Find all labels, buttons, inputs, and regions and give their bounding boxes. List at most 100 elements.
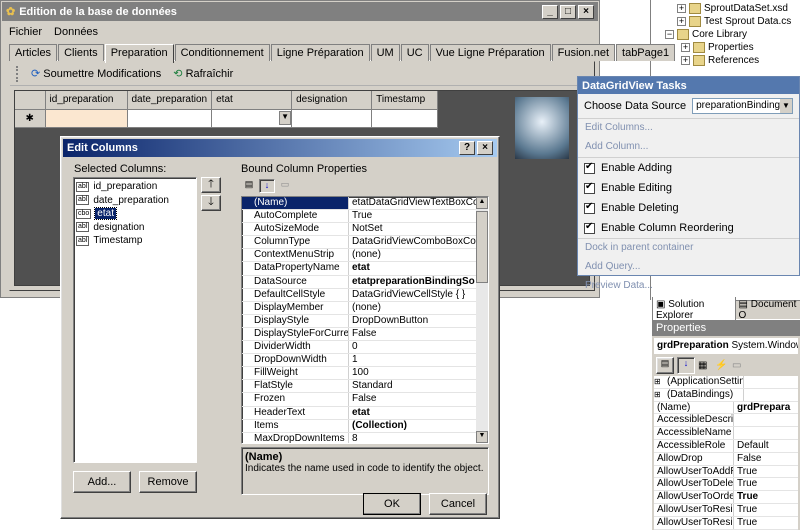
property-row[interactable]: AllowUserToDeleteRTrue — [654, 478, 798, 492]
task-checkbox[interactable]: Enable Column Reordering — [578, 218, 799, 238]
move-down-button[interactable]: 🡓 — [201, 195, 221, 211]
data-source-combo[interactable]: preparationBindingSource▼ — [692, 98, 793, 114]
column-property-row[interactable]: MaxDropDownItems 8 — [242, 432, 477, 443]
remove-button[interactable]: Remove — [139, 471, 197, 493]
menu-donnees[interactable]: Données — [54, 26, 98, 38]
column-property-row[interactable]: AutoSizeMode NotSet — [242, 223, 477, 237]
property-row[interactable]: AccessibleRole Default — [654, 439, 798, 453]
column-header[interactable]: etat — [211, 91, 293, 110]
tab-3[interactable]: Conditionnement — [174, 44, 270, 61]
task-link[interactable]: Dock in parent container — [578, 239, 799, 258]
tab-6[interactable]: UC — [400, 44, 429, 61]
categorized-icon[interactable]: ▤ — [656, 356, 674, 374]
property-row[interactable]: AccessibleName — [654, 427, 798, 440]
ok-button[interactable]: OK — [363, 493, 421, 515]
property-row[interactable]: (Name) grdPrepara — [654, 401, 798, 415]
column-list-item[interactable]: abl designation — [76, 221, 194, 235]
property-row[interactable]: AllowUserToResizeCTrue — [654, 503, 798, 517]
tab-1[interactable]: Clients — [58, 44, 104, 61]
tree-item[interactable]: + Test Sprout Data.cs — [677, 15, 800, 28]
expand-icon[interactable]: ⊞ — [654, 376, 664, 388]
property-value: etat — [352, 406, 370, 418]
property-row[interactable]: ⊞ (DataBindings) — [654, 388, 798, 402]
column-property-grid[interactable]: (Name) etatDataGridViewTextBoxColu AutoCom… — [241, 196, 489, 444]
column-property-row[interactable]: (Name) etatDataGridViewTextBoxColu — [242, 197, 477, 211]
column-list-item[interactable]: abl id_preparation — [76, 180, 194, 194]
refresh-button[interactable]: ⟲ Rafraîchir — [173, 67, 233, 80]
column-property-row[interactable]: DropDownWidth 1 — [242, 354, 477, 368]
column-header[interactable]: date_preparation — [127, 91, 213, 110]
cancel-button[interactable]: Cancel — [429, 493, 487, 515]
column-property-row[interactable]: DisplayMember (none) — [242, 301, 477, 315]
scrollbar[interactable]: ▲ ▼ — [476, 197, 488, 443]
column-property-row[interactable]: DefaultCellStyle DataGridViewCellStyle { … — [242, 288, 477, 302]
tab-strip: Articles Clients Preparation Conditionnemen… — [9, 44, 676, 63]
column-property-row[interactable]: DataSource etatpreparationBindingSo — [242, 275, 477, 289]
tab-2[interactable]: Preparation — [104, 44, 174, 63]
close-button[interactable]: × — [578, 4, 594, 19]
move-up-button[interactable]: 🡑 — [201, 177, 221, 193]
tab-4[interactable]: Ligne Préparation — [270, 44, 370, 61]
submit-button[interactable]: ⟳ Soumettre Modifications — [31, 67, 161, 80]
tab-8[interactable]: Fusion.net — [551, 44, 616, 61]
dialog-close-button[interactable]: × — [477, 141, 493, 155]
column-property-row[interactable]: DisplayStyle DropDownButton — [242, 314, 477, 328]
task-link[interactable]: Edit Columns... — [578, 119, 799, 138]
alphabetical-icon[interactable]: ↓ — [677, 356, 695, 374]
column-property-row[interactable]: DataPropertyName etat — [242, 262, 477, 276]
tab-0[interactable]: Articles — [9, 44, 58, 61]
property-row[interactable]: AllowUserToAddRoTrue — [654, 465, 798, 479]
property-row[interactable]: ⊞(ApplicationSettings — [654, 376, 798, 389]
property-row[interactable]: AllowUserToOrderCoTrue — [654, 491, 798, 504]
column-header[interactable]: Timestamp — [371, 91, 439, 110]
column-property-row[interactable]: DividerWidth 0 — [242, 341, 477, 355]
chevron-down-icon[interactable]: ▼ — [780, 99, 792, 113]
tree-item[interactable]: + SproutDataSet.xsd — [677, 2, 800, 15]
column-property-row[interactable]: FillWeight 100 — [242, 367, 477, 381]
object-selector[interactable]: grdPreparation System.Windows.F — [654, 338, 798, 354]
task-link[interactable]: Preview Data... — [578, 277, 799, 296]
property-name: AutoSizeMode — [242, 223, 349, 236]
column-list-item[interactable]: abl Timestamp — [76, 234, 194, 248]
column-header[interactable]: designation — [291, 91, 373, 110]
tree-item[interactable]: + References — [681, 54, 800, 67]
column-property-row[interactable]: HeaderText etat — [242, 406, 477, 420]
column-property-row[interactable]: Frozen False — [242, 393, 477, 407]
tree-item[interactable]: + Properties — [681, 41, 800, 54]
column-property-row[interactable]: AutoComplete True — [242, 210, 477, 224]
help-button[interactable]: ? — [459, 141, 475, 155]
column-property-row[interactable]: Items (Collection) — [242, 419, 477, 433]
expand-icon[interactable]: ⊞ — [654, 389, 664, 401]
menu-fichier[interactable]: Fichier — [9, 26, 42, 38]
column-property-row[interactable]: DisplayStyleForCurrentCellOFalse — [242, 327, 477, 342]
property-row[interactable]: AllowUserToResizeRTrue — [654, 516, 798, 530]
property-row[interactable]: AccessibleDescripti — [654, 414, 798, 428]
column-property-row[interactable]: ContextMenuStrip (none) — [242, 249, 477, 263]
combo-dropdown-icon[interactable]: ▼ — [279, 111, 291, 125]
tab-9[interactable]: tabPage1 — [616, 44, 676, 61]
alphabetical-icon[interactable]: ↓ — [259, 179, 275, 193]
selected-columns-list[interactable]: abl id_preparation abl date_preparation cbo e… — [73, 177, 197, 463]
tab-5[interactable]: UM — [370, 44, 400, 61]
property-pages-icon[interactable]: ▭ — [277, 179, 293, 193]
task-link[interactable]: Add Query... — [578, 258, 799, 277]
property-pages-icon[interactable]: ▭ — [732, 360, 746, 371]
task-link[interactable]: Add Column... — [578, 138, 799, 157]
tree-item[interactable]: − Core Library — [665, 28, 800, 41]
properties-icon[interactable]: ▦ — [698, 360, 712, 371]
maximize-button[interactable]: □ — [560, 4, 576, 19]
tab-7[interactable]: Vue Ligne Préparation — [429, 44, 551, 61]
column-header[interactable]: id_preparation — [45, 91, 128, 110]
column-property-row[interactable]: ColumnTypeDataGridViewComboBoxColum — [242, 236, 477, 250]
events-icon[interactable]: ⚡ — [715, 360, 729, 371]
task-checkbox[interactable]: Enable Adding — [578, 158, 799, 178]
column-property-row[interactable]: FlatStyle Standard — [242, 380, 477, 394]
task-checkbox[interactable]: Enable Deleting — [578, 198, 799, 218]
add-button[interactable]: Add... — [73, 471, 131, 493]
property-row[interactable]: AllowDrop False — [654, 452, 798, 466]
task-checkbox[interactable]: Enable Editing — [578, 178, 799, 198]
minimize-button[interactable]: _ — [542, 4, 558, 19]
categorized-icon[interactable]: ▤ — [241, 179, 257, 193]
column-list-item[interactable]: cbo etat — [76, 207, 194, 221]
column-list-item[interactable]: abl date_preparation — [76, 194, 194, 208]
